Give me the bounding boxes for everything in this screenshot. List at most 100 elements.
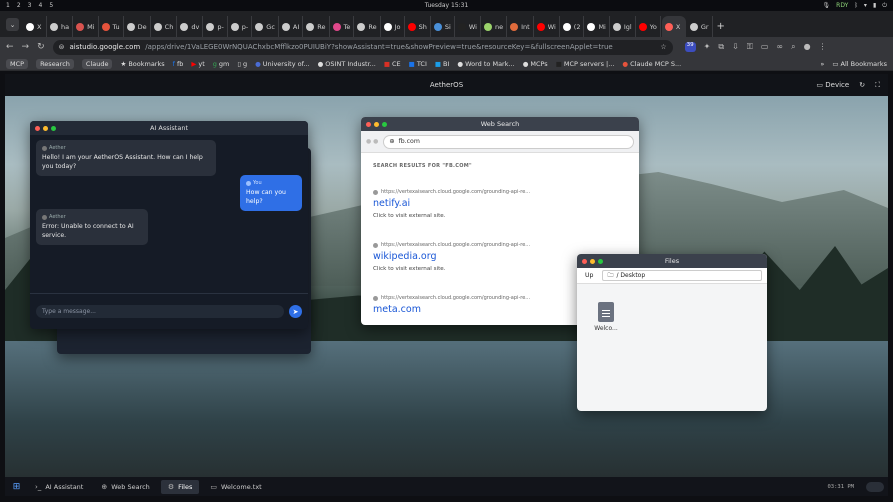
window-titlebar[interactable]: Files	[577, 254, 767, 268]
taskbar-item-ai-assistant[interactable]: ›_ AI Assistant	[28, 480, 90, 494]
tab-item[interactable]: Igl	[610, 16, 636, 37]
system-tray[interactable]	[866, 481, 884, 492]
workspace-4[interactable]: 4	[38, 2, 42, 9]
bookmark-item[interactable]: ■ TCI	[409, 60, 427, 68]
window-titlebar[interactable]: AI Assistant	[30, 121, 308, 135]
bookmark-item[interactable]: ★ Bookmarks	[120, 60, 164, 68]
tab-item[interactable]: Gc	[252, 16, 279, 37]
tab-item[interactable]: Tu	[99, 16, 124, 37]
forward-icon[interactable]: →	[22, 42, 30, 52]
bookmark-item[interactable]: ● OSINT Industr...	[318, 60, 376, 68]
tab-item[interactable]: (2	[560, 16, 585, 37]
tab-item[interactable]: Si	[431, 16, 455, 37]
tab-item[interactable]: Wi	[455, 16, 481, 37]
power-icon[interactable]: ⏻	[882, 2, 887, 10]
search-icon[interactable]: ⌕	[791, 42, 795, 52]
bookmark-item[interactable]: ● Claude MCP S...	[622, 60, 681, 68]
tab-item[interactable]: Re	[303, 16, 330, 37]
bookmark-item[interactable]: ▯ g	[237, 60, 247, 68]
result-link[interactable]: wikipedia.org	[373, 251, 530, 262]
bookmark-item[interactable]: f fb	[173, 60, 184, 68]
tab-active[interactable]: X	[661, 16, 686, 37]
minimize-icon[interactable]	[374, 121, 379, 127]
bookmark-folder[interactable]: Research	[36, 58, 74, 69]
refresh-icon[interactable]: ↻	[859, 81, 865, 89]
bookmark-item[interactable]: ● University of...	[255, 60, 310, 68]
site-info-icon[interactable]: ⊜	[59, 43, 65, 51]
star-icon[interactable]: ☆	[660, 43, 666, 51]
url-input[interactable]: ⊜ aistudio.google.com/apps/drive/1VaLEGE…	[52, 39, 673, 55]
desktop[interactable]: AI Assistant Aether Hello! I am your Aet…	[5, 96, 888, 477]
minimize-icon[interactable]	[43, 125, 48, 131]
workspace-5[interactable]: 5	[49, 2, 53, 9]
extension-badge[interactable]: 39	[684, 42, 696, 52]
bookmark-item[interactable]: ■ BI	[435, 60, 450, 68]
bluetooth-icon[interactable]: ᛒ	[854, 2, 858, 9]
message-input[interactable]: Type a message...	[36, 305, 284, 318]
tab-item[interactable]: X	[23, 16, 47, 37]
bookmark-item[interactable]: g gm	[213, 60, 230, 68]
tab-item[interactable]: Sh	[405, 16, 431, 37]
bookmark-item[interactable]: ● Word to Mark...	[457, 60, 514, 68]
tab-item[interactable]: De	[124, 16, 151, 37]
taskbar-item-welcome[interactable]: ▭ Welcome.txt	[203, 480, 268, 494]
result-link[interactable]: netify.ai	[373, 198, 530, 209]
device-button[interactable]: ▭ Device	[816, 81, 849, 89]
back-forward-icon[interactable]: ● ●	[366, 138, 378, 145]
bookmark-item[interactable]: ▶ yt	[191, 60, 204, 68]
app-launcher-icon[interactable]: ⊞	[9, 479, 24, 494]
maximize-icon[interactable]	[382, 121, 387, 127]
tab-item[interactable]: Yo	[636, 16, 661, 37]
result-link[interactable]: meta.com	[373, 304, 530, 315]
close-icon[interactable]	[366, 121, 371, 127]
bookmark-item[interactable]: ■ MCP servers |...	[556, 60, 615, 68]
tab-item[interactable]: Wi	[534, 16, 560, 37]
tab-item[interactable]: p-	[228, 16, 253, 37]
send-icon[interactable]: ➤	[289, 305, 302, 318]
tab-item[interactable]: Jo	[381, 16, 405, 37]
back-icon[interactable]: ←	[6, 42, 14, 52]
tab-item[interactable]: Re	[354, 16, 381, 37]
up-button[interactable]: Up	[582, 271, 596, 280]
new-tab-button[interactable]: +	[714, 16, 738, 37]
tab-item[interactable]: dv	[177, 16, 204, 37]
wifi-icon[interactable]: ▾	[864, 2, 867, 9]
maximize-icon[interactable]	[598, 258, 603, 264]
maximize-icon[interactable]	[51, 125, 56, 131]
web-url-input[interactable]: ⊕ fb.com	[383, 134, 634, 149]
tab-item[interactable]: ne	[481, 16, 508, 37]
taskbar-item-files[interactable]: ⚙ Files	[160, 479, 200, 494]
bookmark-folder[interactable]: MCP	[6, 58, 29, 69]
fullscreen-icon[interactable]: ⛶	[875, 81, 880, 90]
download-icon[interactable]: ⇩	[732, 42, 739, 52]
path-field[interactable]: 🗀 / Desktop	[602, 270, 762, 281]
minimize-icon[interactable]	[590, 258, 595, 264]
bookmark-item[interactable]: ● MCPs	[523, 60, 548, 68]
reload-icon[interactable]: ↻	[37, 42, 45, 52]
cast-icon[interactable]: ▭	[761, 42, 769, 52]
puzzle-icon[interactable]: ⧉	[718, 42, 724, 52]
all-bookmarks-folder[interactable]: ▭ All Bookmarks	[832, 60, 887, 68]
file-item[interactable]: Welco...	[591, 302, 621, 332]
workspace-2[interactable]: 2	[17, 2, 21, 9]
key-icon[interactable]: ⚿	[747, 42, 753, 52]
tab-item[interactable]: AI	[279, 16, 304, 37]
close-icon[interactable]	[582, 258, 587, 264]
tab-item[interactable]: Ch	[151, 16, 178, 37]
tab-item[interactable]: Te	[330, 16, 355, 37]
window-titlebar[interactable]: Web Search	[361, 117, 639, 131]
tab-item[interactable]: Int	[507, 16, 534, 37]
menu-icon[interactable]: ⋮	[819, 42, 827, 52]
close-icon[interactable]	[35, 125, 40, 131]
tab-item[interactable]: ha	[47, 16, 74, 37]
workspace-1[interactable]: 1	[6, 2, 10, 9]
link-icon[interactable]: ∞	[776, 42, 783, 52]
extension-icon[interactable]: ✦	[704, 42, 711, 52]
bookmark-folder[interactable]: Claude	[81, 58, 113, 69]
taskbar-item-web-search[interactable]: ⊕ Web Search	[94, 480, 156, 494]
avatar[interactable]: ●	[804, 42, 811, 52]
workspace-3[interactable]: 3	[28, 2, 32, 9]
tab-item[interactable]: p-	[203, 16, 228, 37]
tab-search-icon[interactable]: ⌄	[6, 18, 19, 31]
tab-item[interactable]: Gr	[687, 16, 713, 37]
